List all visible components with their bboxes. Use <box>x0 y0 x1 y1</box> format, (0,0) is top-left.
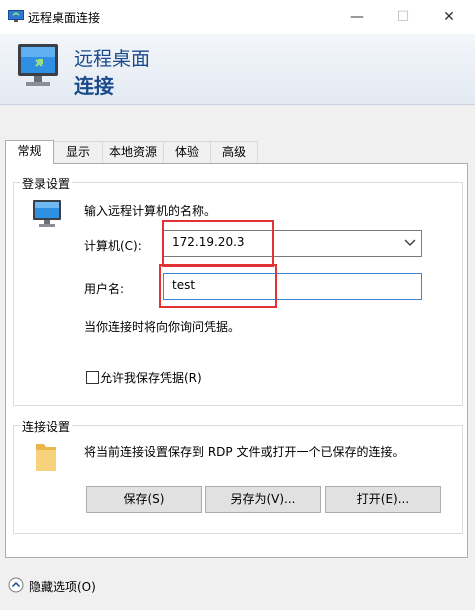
chevron-down-icon[interactable] <box>403 234 417 250</box>
computer-icon <box>30 198 66 230</box>
collapse-up-icon[interactable] <box>8 577 24 593</box>
tab-experience[interactable]: 体验 <box>163 141 211 163</box>
header-title-line1: 远程桌面 <box>74 48 151 70</box>
tab-local-resources[interactable]: 本地资源 <box>102 141 164 163</box>
maximize-button[interactable]: ☐ <box>380 0 426 34</box>
connection-settings-group <box>13 425 463 534</box>
highlight-box-computer <box>162 220 274 267</box>
computer-label: 计算机(C): <box>84 239 142 253</box>
header-title-line2: 连接 <box>74 74 114 98</box>
tab-advanced[interactable]: 高级 <box>210 141 258 163</box>
save-credentials-label[interactable]: 允许我保存凭据(R) <box>100 369 202 386</box>
remote-desktop-icon <box>8 10 24 23</box>
folder-icon <box>32 440 60 474</box>
save-as-button[interactable]: 另存为(V)... <box>205 486 321 513</box>
close-button[interactable]: ✕ <box>426 0 472 34</box>
tab-display[interactable]: 显示 <box>53 141 103 163</box>
hide-options-link[interactable]: 隐藏选项(O) <box>29 578 96 595</box>
remote-desktop-monitor-icon <box>12 42 66 94</box>
highlight-box-username <box>159 264 277 308</box>
header-banner <box>0 34 475 104</box>
minimize-button[interactable]: — <box>334 0 380 34</box>
login-description: 输入远程计算机的名称。 <box>84 204 217 218</box>
save-credentials-checkbox[interactable] <box>86 371 99 384</box>
connection-description: 将当前连接设置保存到 RDP 文件或打开一个已保存的连接。 <box>84 445 405 459</box>
credentials-hint: 当你连接时将向你询问凭据。 <box>84 320 241 334</box>
tab-general[interactable]: 常规 <box>5 140 54 164</box>
save-button[interactable]: 保存(S) <box>86 486 202 513</box>
login-settings-legend: 登录设置 <box>20 175 73 192</box>
open-button[interactable]: 打开(E)... <box>325 486 441 513</box>
connection-settings-legend: 连接设置 <box>20 418 73 435</box>
window-title: 远程桌面连接 <box>28 11 101 25</box>
user-label: 用户名: <box>84 282 125 296</box>
